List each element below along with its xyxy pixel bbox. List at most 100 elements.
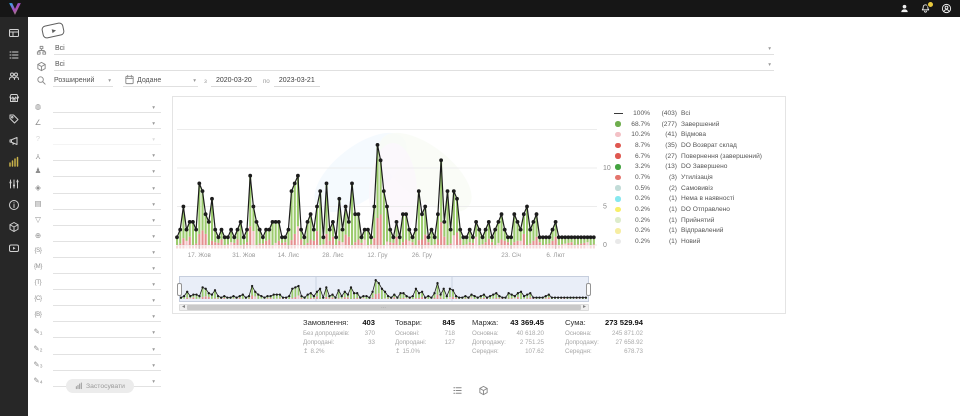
view-list-button[interactable]: [452, 383, 463, 394]
status-m-filter-select[interactable]: ▾: [53, 263, 161, 274]
scroll-left-arrow[interactable]: ◂: [180, 304, 187, 311]
custom-field-1-filter[interactable]: ✎₁ ▾: [31, 322, 161, 338]
date-field-value: Додане: [137, 77, 161, 84]
custom-field-3-filter[interactable]: ✎₃▾: [31, 355, 161, 371]
status-c-filter[interactable]: {C}▾: [31, 290, 161, 306]
status-b-filter-select[interactable]: ▾: [53, 311, 161, 322]
product-filter[interactable]: ◈▾: [31, 177, 161, 193]
stat-sub-label: Основна:: [472, 330, 499, 339]
apply-button[interactable]: Застосувати: [66, 379, 134, 393]
custom-field-3-filter-select[interactable]: ▾: [53, 360, 161, 371]
legend-item[interactable]: 10.2%(41)Відмова: [613, 129, 762, 140]
status-t-filter[interactable]: {T}▾: [31, 274, 161, 290]
date-from-label: з: [204, 78, 207, 85]
sales-channel-filter[interactable]: ∠▾: [31, 113, 161, 129]
payment-filter-select[interactable]: ▾: [53, 199, 161, 210]
stat-title-row: Товари:845: [395, 318, 455, 327]
sidebar-item-price-tags[interactable]: [8, 113, 20, 125]
funnel-filter[interactable]: ▽▾: [31, 210, 161, 226]
chart-scrollbar[interactable]: ◂ ⋯ ▸: [179, 304, 589, 311]
minimap-handle-right[interactable]: [586, 283, 591, 296]
chart-panel: 1050 17. Жов31. Жов14. Лис28. Лис12. Гру…: [172, 96, 786, 314]
sidebar-item-about[interactable]: [8, 199, 20, 211]
legend-item[interactable]: 0.7%(3)Утилізація: [613, 172, 762, 183]
app-logo-icon[interactable]: [8, 2, 22, 16]
sidebar-item-marketing[interactable]: [8, 135, 20, 147]
scrollbar-thumb[interactable]: ⋯: [187, 305, 581, 310]
search-mode-dropdown[interactable]: Розширений ▾: [53, 77, 113, 87]
department-filter[interactable]: Y▾: [31, 145, 161, 161]
sidebar-item-customers[interactable]: [8, 70, 20, 82]
status-t-filter-select[interactable]: ▾: [53, 279, 161, 290]
legend-count: (1): [653, 238, 677, 245]
status-m-filter[interactable]: {M}▾: [31, 258, 161, 274]
payment-filter[interactable]: ▤▾: [31, 194, 161, 210]
minimap-handle-left[interactable]: [177, 283, 182, 296]
legend-item[interactable]: 68.7%(277)Завершений: [613, 119, 762, 130]
legend-percent: 0.2%: [626, 206, 650, 213]
legend-item[interactable]: 0.2%(1)Прийнятий: [613, 215, 762, 226]
status-s-filter[interactable]: {S}▾: [31, 242, 161, 258]
custom-field-1-filter-icon: ✎₁: [31, 327, 45, 338]
legend-item[interactable]: 0.5%(2)Самовивіз: [613, 183, 762, 194]
legend-item[interactable]: 8.7%(35)DO Возврат склад: [613, 140, 762, 151]
website-filter-select[interactable]: ▾: [53, 231, 161, 242]
help-filter-select[interactable]: ▾: [53, 134, 161, 145]
legend-item[interactable]: 0.2%(1)Нема в наявності: [613, 194, 762, 205]
notifications-icon[interactable]: [920, 3, 931, 14]
custom-field-4-filter-icon: ✎₄: [31, 376, 45, 387]
legend-item[interactable]: 100%(403)Всі: [613, 108, 762, 119]
custom-field-2-filter-select[interactable]: ▾: [53, 344, 161, 355]
scroll-right-arrow[interactable]: ▸: [581, 304, 588, 311]
legend-item[interactable]: 3.2%(13)DO Завершено: [613, 161, 762, 172]
date-to-input[interactable]: 2023-03-21: [274, 77, 320, 87]
stat-title: Сума:: [565, 318, 586, 327]
orders-chart: 1050: [175, 99, 611, 251]
legend-percent: 0.5%: [626, 185, 650, 192]
custom-field-2-filter[interactable]: ✎₂▾: [31, 338, 161, 354]
status-c-filter-select[interactable]: ▾: [53, 295, 161, 306]
date-from-input[interactable]: 2020-03-20: [211, 77, 257, 87]
sidebar-item-settings[interactable]: [8, 178, 20, 190]
user-profile-icon[interactable]: [899, 3, 910, 14]
account-icon[interactable]: [941, 3, 952, 14]
legend-item[interactable]: 0.2%(1)Відправлений: [613, 226, 762, 237]
funnel-filter-select[interactable]: ▾: [53, 215, 161, 226]
sales-channel-filter-select[interactable]: ▾: [53, 118, 161, 129]
stat-sub-label: Допродажу:: [472, 339, 506, 348]
legend-item[interactable]: 0.2%(1)DO Отправлено: [613, 204, 762, 215]
status-s-filter-select[interactable]: ▾: [53, 247, 161, 258]
date-field-dropdown[interactable]: Додане ▾: [123, 74, 198, 87]
country-filter[interactable]: ◍▾: [31, 97, 161, 113]
website-filter[interactable]: ⊕▾: [31, 226, 161, 242]
video-widget-button[interactable]: [41, 22, 65, 39]
sidebar-item-dashboard[interactable]: [8, 27, 20, 39]
sidebar-item-statistics[interactable]: [8, 156, 20, 168]
legend-percent: 0.7%: [626, 174, 650, 181]
sidebar-item-orders[interactable]: [8, 49, 20, 61]
sidebar-item-delivery[interactable]: [8, 221, 20, 233]
manager-filter-select[interactable]: ▾: [53, 166, 161, 177]
legend-label: DO Отправлено: [681, 206, 730, 213]
stat-title: Маржа:: [472, 318, 498, 327]
sidebar-item-store[interactable]: [8, 92, 20, 104]
tree-icon: [36, 43, 47, 54]
legend-item[interactable]: 0.2%(1)Новий: [613, 236, 762, 247]
search-icon: [36, 75, 47, 86]
product-filter-row[interactable]: Всі ▾: [36, 58, 774, 71]
country-filter-select[interactable]: ▾: [53, 102, 161, 113]
source-filter-row[interactable]: Всі ▾: [36, 42, 774, 55]
department-filter-select[interactable]: ▾: [53, 150, 161, 161]
sidebar-item-video-lessons[interactable]: [8, 242, 20, 254]
legend-dot-marker: [613, 164, 623, 170]
custom-field-1-filter-select[interactable]: ▾: [53, 327, 161, 338]
help-filter[interactable]: ?▾: [31, 129, 161, 145]
product-filter-select[interactable]: ▾: [53, 183, 161, 194]
stat-sub-label: Допродані:: [395, 339, 426, 348]
status-b-filter[interactable]: {B}▾: [31, 306, 161, 322]
view-products-button[interactable]: [478, 383, 489, 394]
manager-filter[interactable]: ♟▾: [31, 161, 161, 177]
chart-minimap[interactable]: [179, 276, 589, 302]
stat-value: 273 529.94: [605, 318, 643, 327]
legend-item[interactable]: 6.7%(27)Повернення (завершений): [613, 151, 762, 162]
